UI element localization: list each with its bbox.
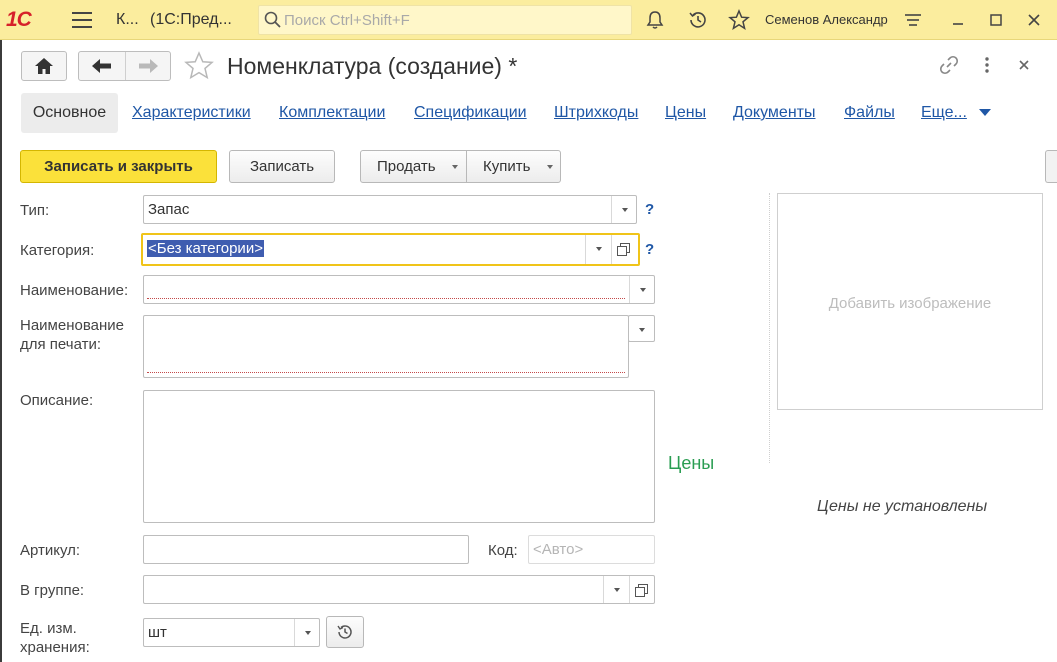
panel-divider bbox=[769, 193, 770, 463]
sell-button-label: Продать bbox=[377, 158, 436, 175]
category-field[interactable]: <Без категории> bbox=[141, 233, 640, 266]
type-value: Запас bbox=[148, 201, 190, 218]
history-icon[interactable] bbox=[687, 9, 709, 31]
tab-main[interactable]: Основное bbox=[21, 93, 118, 133]
maximize-icon[interactable] bbox=[985, 9, 1007, 31]
code-input[interactable]: <Авто> bbox=[528, 535, 655, 564]
unit-field[interactable]: шт bbox=[143, 618, 320, 647]
app-logo: 1С bbox=[6, 8, 32, 31]
group-dropdown-icon[interactable] bbox=[603, 576, 629, 603]
name-dropdown-icon[interactable] bbox=[629, 276, 655, 303]
add-image-link[interactable]: Добавить изображение bbox=[778, 295, 1042, 312]
back-arrow-icon[interactable] bbox=[91, 58, 113, 74]
tab-prices[interactable]: Цены bbox=[665, 104, 706, 122]
tab-kits[interactable]: Комплектации bbox=[279, 104, 385, 122]
tab-more-chevron-down-icon[interactable] bbox=[979, 109, 991, 116]
type-field[interactable]: Запас bbox=[143, 195, 637, 224]
tab-barcodes[interactable]: Штрихкоды bbox=[554, 104, 638, 122]
group-label: В группе: bbox=[20, 582, 85, 599]
home-icon bbox=[35, 58, 53, 74]
current-user-name[interactable]: Семенов Александр bbox=[765, 12, 888, 27]
unit-history-button[interactable] bbox=[326, 616, 364, 648]
home-button[interactable] bbox=[21, 51, 67, 81]
tab-files[interactable]: Файлы bbox=[844, 104, 895, 122]
article-label: Артикул: bbox=[20, 542, 81, 559]
group-field[interactable] bbox=[143, 575, 655, 604]
close-form-icon[interactable] bbox=[1013, 54, 1035, 76]
print-name-label-line2: для печати: bbox=[20, 336, 102, 353]
article-input[interactable] bbox=[143, 535, 469, 564]
tab-documents[interactable]: Документы bbox=[733, 104, 815, 122]
group-open-icon[interactable] bbox=[629, 576, 655, 603]
unit-label-line2: хранения: bbox=[20, 639, 90, 656]
window-title-app: (1С:Пред... bbox=[150, 11, 232, 28]
link-icon[interactable] bbox=[938, 54, 960, 76]
save-and-close-button[interactable]: Записать и закрыть bbox=[20, 150, 217, 183]
close-window-icon[interactable] bbox=[1023, 9, 1045, 31]
unit-dropdown-icon[interactable] bbox=[294, 619, 320, 646]
favorites-star-icon[interactable] bbox=[728, 9, 750, 31]
print-name-dropdown-button[interactable] bbox=[628, 315, 655, 342]
buy-button-label: Купить bbox=[483, 158, 531, 175]
navigation-buttons bbox=[78, 51, 171, 81]
search-icon bbox=[264, 11, 281, 28]
category-help-icon[interactable]: ? bbox=[645, 241, 654, 258]
code-placeholder: <Авто> bbox=[533, 541, 584, 558]
buy-button[interactable]: Купить bbox=[466, 150, 561, 183]
tab-characteristics[interactable]: Характеристики bbox=[132, 104, 251, 122]
prices-section-title: Цены bbox=[668, 453, 715, 473]
category-dropdown-icon[interactable] bbox=[585, 235, 611, 264]
print-name-textarea[interactable] bbox=[143, 315, 629, 378]
form-title: Номенклатура (создание) * bbox=[227, 53, 518, 79]
title-bar: 1С К... (1С:Пред... Семенов Александр bbox=[0, 0, 1057, 40]
category-open-icon[interactable] bbox=[611, 235, 637, 264]
description-label: Описание: bbox=[20, 392, 94, 409]
unit-label-line1: Ед. изм. bbox=[20, 620, 77, 637]
window-title-short: К... bbox=[116, 11, 139, 28]
type-dropdown-icon[interactable] bbox=[611, 196, 637, 223]
left-panel-edge bbox=[0, 40, 2, 662]
name-input[interactable] bbox=[143, 275, 655, 304]
minimize-icon[interactable] bbox=[947, 9, 969, 31]
save-button[interactable]: Записать bbox=[229, 150, 335, 183]
required-field-underline bbox=[147, 372, 625, 373]
unit-history-icon bbox=[337, 625, 352, 639]
more-commands-button[interactable] bbox=[1045, 150, 1057, 183]
settings-menu-icon[interactable] bbox=[902, 9, 924, 31]
tab-more[interactable]: Еще... bbox=[921, 104, 967, 122]
more-actions-icon[interactable] bbox=[976, 54, 998, 76]
buy-dropdown-chevron-icon bbox=[547, 165, 553, 169]
tab-specifications[interactable]: Спецификации bbox=[414, 104, 527, 122]
add-to-favorites-star-icon[interactable] bbox=[184, 51, 214, 81]
type-label: Тип: bbox=[20, 202, 50, 219]
sell-button[interactable]: Продать bbox=[360, 150, 467, 183]
category-label: Категория: bbox=[20, 242, 95, 259]
main-menu-icon[interactable] bbox=[72, 12, 92, 28]
global-search[interactable] bbox=[258, 5, 632, 35]
sell-dropdown-chevron-icon bbox=[452, 165, 458, 169]
image-box[interactable]: Добавить изображение bbox=[777, 193, 1043, 410]
forward-arrow-icon[interactable] bbox=[137, 58, 159, 74]
required-field-underline bbox=[147, 298, 625, 299]
unit-value: шт bbox=[148, 624, 167, 641]
type-help-icon[interactable]: ? bbox=[645, 201, 654, 218]
name-label: Наименование: bbox=[20, 282, 129, 299]
print-name-dropdown-icon[interactable] bbox=[629, 316, 655, 341]
prices-empty-text: Цены не установлены bbox=[817, 498, 988, 515]
category-value: <Без категории> bbox=[147, 240, 264, 257]
code-label: Код: bbox=[488, 542, 518, 559]
description-textarea[interactable] bbox=[143, 390, 655, 523]
search-input[interactable] bbox=[284, 10, 624, 30]
notifications-bell-icon[interactable] bbox=[644, 9, 666, 31]
print-name-label-line1: Наименование bbox=[20, 317, 124, 334]
